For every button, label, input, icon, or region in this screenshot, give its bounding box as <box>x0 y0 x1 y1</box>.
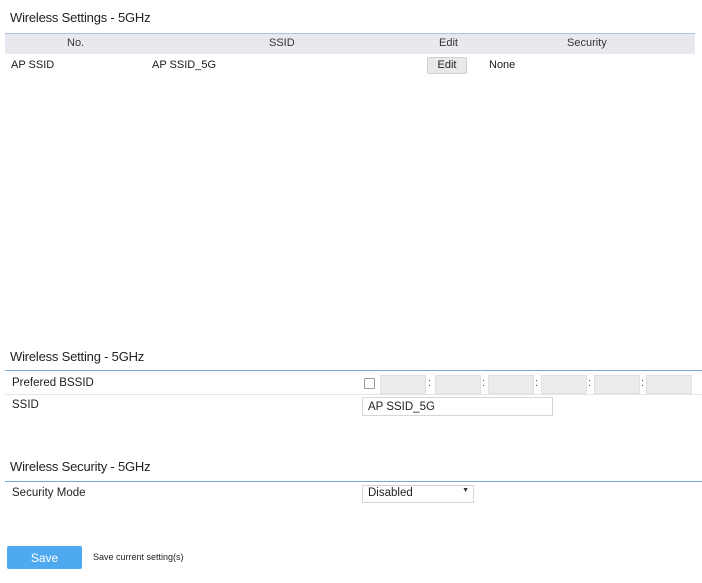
octet-separator: : <box>641 377 645 389</box>
ssid-input[interactable] <box>362 397 553 416</box>
header-ssid: SSID <box>269 37 295 49</box>
preferred-bssid-label: Prefered BSSID <box>12 377 94 389</box>
security-mode-value: Disabled <box>368 487 413 499</box>
security-mode-label: Security Mode <box>12 487 86 499</box>
ssid-label: SSID <box>12 399 39 411</box>
bssid-octet-2[interactable] <box>435 375 481 394</box>
octet-separator: : <box>482 377 486 389</box>
security-mode-select[interactable]: Disabled ▼ <box>362 485 474 503</box>
save-button[interactable]: Save <box>7 546 82 569</box>
row-no-cell: AP SSID <box>11 59 55 71</box>
bssid-octet-5[interactable] <box>594 375 640 394</box>
header-edit: Edit <box>439 37 458 49</box>
bssid-octet-6[interactable] <box>646 375 692 394</box>
bssid-octet-3[interactable] <box>488 375 534 394</box>
wireless-setting-title: Wireless Setting - 5GHz <box>10 349 145 364</box>
ssid-table: No. SSID Edit Security AP SSID AP SSID_5… <box>5 33 695 78</box>
octet-separator: : <box>428 377 432 389</box>
preferred-bssid-row: Prefered BSSID : : : : : <box>5 373 702 395</box>
table-row: AP SSID AP SSID_5G Edit None <box>5 54 695 78</box>
bssid-octet-1[interactable] <box>380 375 426 394</box>
section-divider <box>5 481 702 482</box>
header-security: Security <box>567 37 607 49</box>
ssid-row: SSID <box>5 395 702 416</box>
bssid-octet-4[interactable] <box>541 375 587 394</box>
header-no: No. <box>67 37 85 49</box>
row-security-cell: None <box>489 59 516 71</box>
row-ssid-cell: AP SSID_5G <box>152 59 216 71</box>
save-description: Save current setting(s) <box>93 552 184 562</box>
edit-button[interactable]: Edit <box>427 57 467 74</box>
ap-table-title: Wireless Settings - 5GHz <box>10 10 151 25</box>
security-mode-row: Security Mode Disabled ▼ <box>5 483 702 504</box>
wireless-security-title: Wireless Security - 5GHz <box>10 459 151 474</box>
octet-separator: : <box>588 377 592 389</box>
ssid-table-header: No. SSID Edit Security <box>5 33 695 54</box>
octet-separator: : <box>535 377 539 389</box>
section-divider <box>5 370 702 371</box>
chevron-down-icon: ▼ <box>462 487 469 494</box>
preferred-bssid-checkbox[interactable] <box>364 378 375 389</box>
